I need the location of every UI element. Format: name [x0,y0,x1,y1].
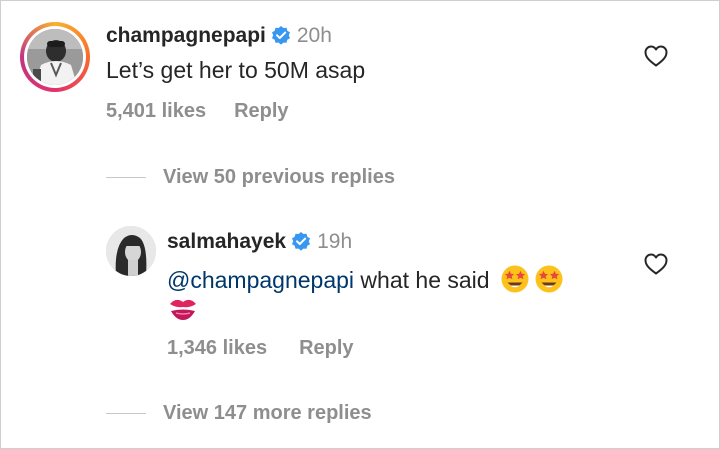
timestamp[interactable]: 20h [297,24,332,47]
star-struck-emoji [534,264,564,300]
reply-header: salmahayek 19h [167,230,352,256]
comment-text: Let’s get her to 50M asap [106,57,366,83]
avatar-photo [27,29,83,85]
verified-badge-icon [271,25,291,50]
likes-count[interactable]: 1,346 likes [167,337,267,359]
view-replies-line [106,413,146,414]
comment-actions: 5,401 likes Reply [106,100,289,123]
timestamp[interactable]: 19h [317,230,352,253]
likes-count[interactable]: 5,401 likes [106,100,206,122]
reply-button[interactable]: Reply [299,337,353,359]
star-struck-emoji [500,264,530,300]
reply-actions: 1,346 likes Reply [167,337,354,360]
view-replies-line [106,177,146,178]
comment-header: champagnepapi 20h [106,24,332,50]
avatar[interactable] [27,29,83,85]
kiss-mark-emoji [168,296,198,327]
verified-badge-icon [291,231,311,256]
heart-outline-icon[interactable] [644,253,668,275]
reply-button[interactable]: Reply [234,100,288,122]
story-ring[interactable] [20,22,90,92]
username[interactable]: salmahayek [167,230,286,253]
reply-text: @champagnepapi what he said [167,264,564,300]
view-previous-replies-button[interactable]: View 50 previous replies [163,166,395,189]
avatar-photo [106,226,156,276]
avatar[interactable] [106,226,156,276]
mention-link[interactable]: @champagnepapi [167,267,354,293]
username[interactable]: champagnepapi [106,24,266,47]
heart-outline-icon[interactable] [644,45,668,67]
reply-body: what he said [354,267,490,294]
view-more-replies-button[interactable]: View 147 more replies [163,402,372,425]
